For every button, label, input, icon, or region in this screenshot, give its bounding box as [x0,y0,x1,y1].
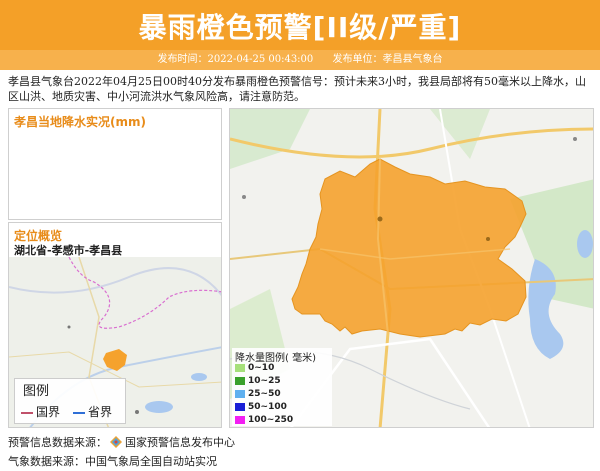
legend-country-border: 国界 [21,403,60,420]
rainfall-legend-item: 100~250 [235,415,293,425]
province-border-line-icon [73,411,85,414]
location-panel: 定位概览 湖北省-孝感市-孝昌县 图例 国界 省界 [8,222,222,428]
warning-source-line: 预警信息数据来源： 国家预警信息发布中心 [8,434,235,450]
location-path: 湖北省-孝感市-孝昌县 [14,244,123,257]
swatch-icon [235,402,245,411]
warning-description: 孝昌县气象台2022年04月25日00时40分发布暴雨橙色预警信号：预计未来3小… [8,75,586,103]
warning-source-link[interactable]: 国家预警信息发布中心 [125,436,235,449]
country-border-line-icon [21,411,33,414]
rainfall-panel: 孝昌当地降水实况(mm) [8,108,222,220]
swatch-icon [235,363,245,372]
warning-banner: 暴雨橙色预警[II级/严重] [0,0,600,50]
swatch-icon [235,415,245,424]
rainfall-legend-item: 0~10 [235,363,274,373]
overview-legend: 图例 国界 省界 [14,378,126,424]
warning-center-logo-icon [110,436,122,448]
rainfall-legend-item: 25~50 [235,389,281,399]
warning-source-prefix: 预警信息数据来源： [8,436,107,449]
rainfall-legend-item: 50~100 [235,402,287,412]
weather-source-line: 气象数据来源：中国气象局全国自动站实况 [8,455,217,468]
publisher: 发布单位：孝昌县气象台 [332,54,443,65]
rainfall-legend: 降水量图例( 毫米) 0~10 10~25 25~50 50~100 100~2… [232,348,332,426]
publish-time: 发布时间：2022-04-25 00:43:00 [157,54,314,65]
legend-province-border: 省界 [73,403,112,420]
warning-title: 暴雨橙色预警[II级/严重] [138,11,462,44]
swatch-icon [235,389,245,398]
overview-legend-title: 图例 [23,384,50,399]
publish-info-bar: 发布时间：2022-04-25 00:43:00 发布单位：孝昌县气象台 [0,50,600,70]
rainfall-panel-title: 孝昌当地降水实况(mm) [14,115,146,129]
rainfall-legend-title: 降水量图例( 毫米) [235,353,316,364]
swatch-icon [235,376,245,385]
rainfall-legend-item: 10~25 [235,376,281,386]
